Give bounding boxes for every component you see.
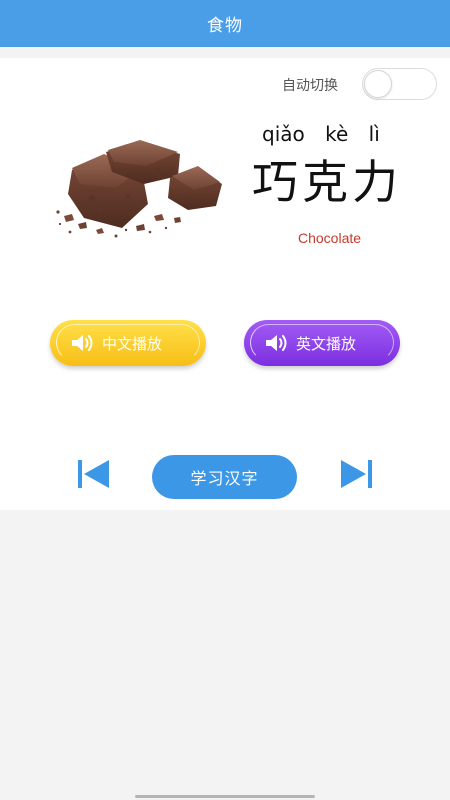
chinese-play-label: 中文播放 <box>102 334 163 353</box>
home-indicator <box>135 795 315 798</box>
hanzi-text: 巧克力 <box>252 155 402 209</box>
auto-switch-toggle[interactable] <box>362 68 437 100</box>
chocolate-image <box>56 140 222 238</box>
learn-hanzi-label: 学习汉字 <box>190 469 259 488</box>
toggle-knob <box>364 70 392 98</box>
english-word: Chocolate <box>298 230 362 246</box>
learn-hanzi-button[interactable]: 学习汉字 <box>152 455 297 499</box>
page-title: 食物 <box>207 16 243 36</box>
english-play-label: 英文播放 <box>296 334 357 353</box>
word-card <box>0 58 450 510</box>
skip-previous-icon[interactable] <box>78 460 110 488</box>
english-play-button[interactable]: 英文播放 <box>244 320 400 366</box>
skip-next-icon[interactable] <box>340 460 372 488</box>
auto-switch-label: 自动切换 <box>282 78 338 94</box>
pinyin-text: qiǎo kè lì <box>262 122 380 146</box>
chinese-play-button[interactable]: 中文播放 <box>50 320 206 366</box>
speaker-icon <box>266 335 287 351</box>
app-header: 食物 <box>0 0 450 47</box>
speaker-icon <box>72 335 93 351</box>
